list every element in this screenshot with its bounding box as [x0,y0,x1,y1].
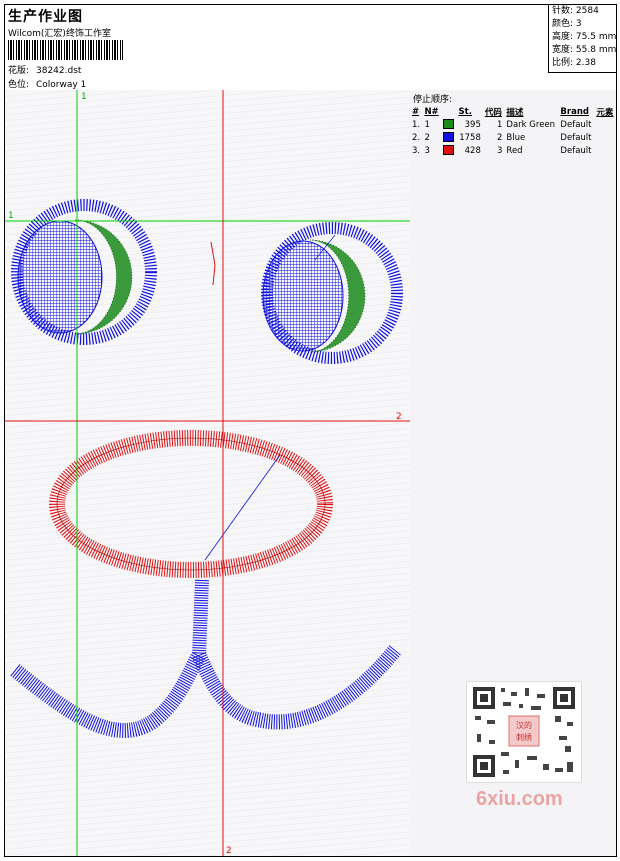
design-canvas[interactable]: 1 1 2 2 [5,90,411,856]
stat-colors: 颜色: 3 [552,19,582,29]
mouth [10,579,401,738]
nose-ring [49,430,333,578]
stat-width: 宽度: 55.8 mm [552,45,617,55]
colorway-label: 色位: [8,80,30,90]
qr-code: 汉的 刺绣 [466,681,582,783]
watermark-site: 6xiu.com [476,788,563,810]
stat-stitches: 针数: 2584 [552,6,599,16]
stat-scale: 比例: 2.38 [552,58,596,68]
color-swatch [443,132,455,143]
stop-sequence-table: # N# St. 代码 描述 Brand 元素 1. 1 395 1 Dark … [410,105,616,157]
red-v-label: 2 [226,846,232,856]
left-eye [11,199,157,345]
qr-icon: 汉的 刺绣 [473,687,575,777]
red-h-label: 2 [396,412,402,422]
stats-box: 针数: 2584 颜色: 3 高度: 75.5 mm 宽度: 55.8 mm 比… [548,5,617,73]
color-swatch [443,145,455,156]
red-stitch-mark [210,241,216,286]
page-title: 生产作业图 [8,9,83,25]
colorway: 色位: Colorway 1 [8,77,86,90]
qr-logo-text: 汉的 [516,720,532,730]
green-h-label: 1 [8,211,14,221]
table-row[interactable]: 1. 1 395 1 Dark Green Default [410,118,616,131]
design-file: 花版: 38242.dst [8,63,81,76]
file-label: 花版: [8,66,30,76]
company-name: Wilcom(汇宏)终饰工作室 [8,29,111,39]
barcode [8,40,123,60]
header: 生产作业图 Wilcom(汇宏)终饰工作室 花版: 38242.dst 色位: Co… [5,5,617,91]
embroidery-preview: 1 1 2 2 [5,90,410,856]
svg-text:刺绣: 刺绣 [516,732,532,742]
green-v-label: 1 [81,92,87,102]
color-swatch [443,119,455,130]
stat-height: 高度: 75.5 mm [552,32,617,42]
table-row[interactable]: 3. 3 428 3 Red Default [410,144,616,157]
table-row[interactable]: 2. 2 1758 2 Blue Default [410,131,616,144]
table-header: # N# St. 代码 描述 Brand 元素 [412,106,614,118]
right-eye [261,222,403,364]
colorway-value: Colorway 1 [36,80,87,90]
stop-sequence-title: 停止顺序: [413,95,453,105]
file-value: 38242.dst [36,66,82,76]
